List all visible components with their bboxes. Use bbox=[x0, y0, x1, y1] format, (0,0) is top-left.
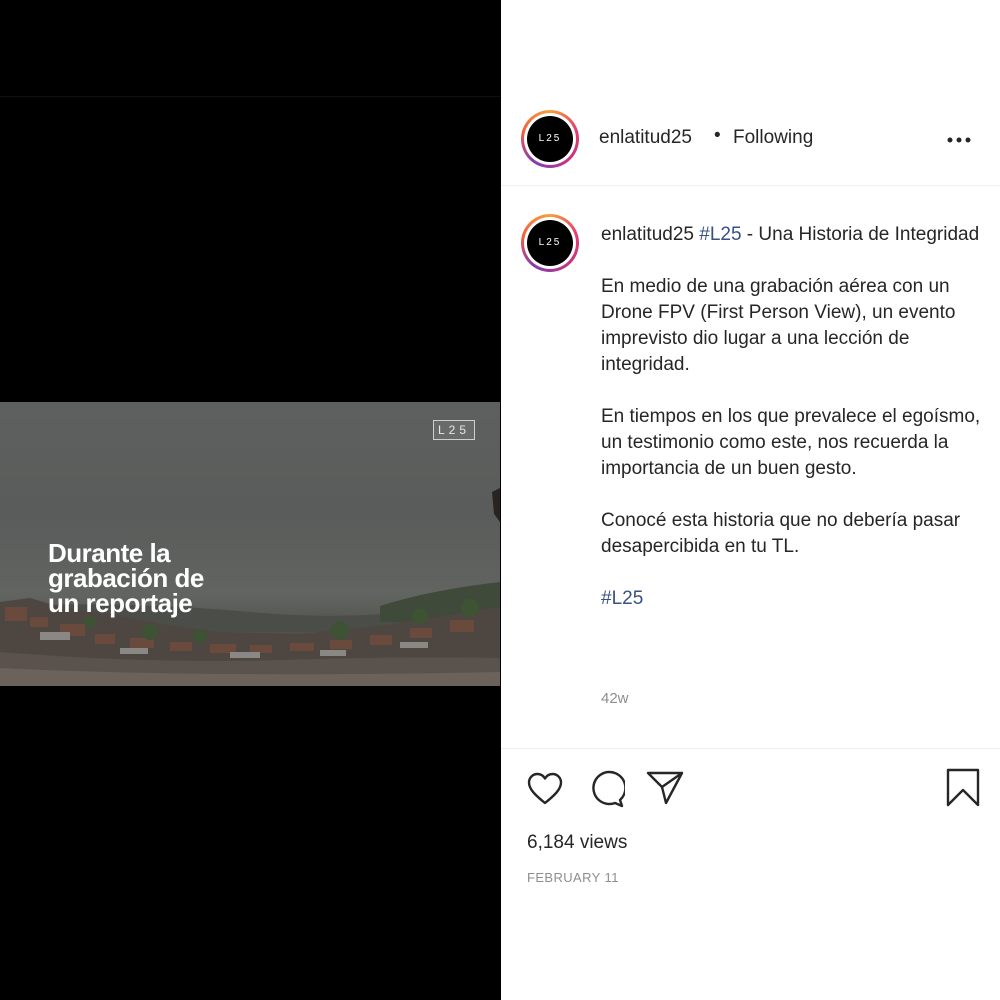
divider bbox=[501, 748, 1000, 749]
video-watermark: L25 bbox=[433, 420, 475, 440]
caption-timestamp[interactable]: 42w bbox=[601, 690, 629, 707]
media-pane: L25 Durante la grabación de un reportaje bbox=[0, 0, 500, 1000]
share-icon[interactable] bbox=[646, 770, 684, 806]
post-header: L25 enlatitud25 • Following bbox=[501, 97, 1000, 186]
more-icon[interactable] bbox=[947, 137, 971, 143]
caption-paragraph: En medio de una grabación aérea con un D… bbox=[601, 276, 956, 375]
avatar[interactable]: L25 bbox=[521, 110, 579, 168]
caption-paragraph: En tiempos en los que prevalece el egoís… bbox=[601, 406, 981, 479]
header-separator: • bbox=[714, 125, 721, 146]
caption-avatar[interactable]: L25 bbox=[521, 214, 579, 272]
following-button[interactable]: Following bbox=[733, 127, 813, 149]
post-date[interactable]: FEBRUARY 11 bbox=[527, 870, 619, 885]
header-username[interactable]: enlatitud25 bbox=[599, 127, 692, 149]
hashtag-link[interactable]: #L25 bbox=[699, 224, 741, 245]
heart-icon[interactable] bbox=[527, 772, 563, 806]
view-count[interactable]: 6,184 views bbox=[527, 832, 627, 854]
media-top-strip bbox=[0, 0, 500, 97]
hashtag-link[interactable]: #L25 bbox=[601, 588, 643, 609]
post-caption: enlatitud25 #L25 - Una Historia de Integ… bbox=[601, 222, 986, 638]
caption-paragraph: Conocé esta historia que no debería pasa… bbox=[601, 510, 961, 557]
comment-icon[interactable] bbox=[587, 770, 625, 808]
bookmark-icon[interactable] bbox=[946, 768, 980, 808]
overlay-line: un reportaje bbox=[48, 588, 193, 618]
caption-title-text: - Una Historia de Integridad bbox=[741, 224, 980, 245]
caption-username[interactable]: enlatitud25 bbox=[601, 224, 694, 245]
caption-title: enlatitud25 #L25 - Una Historia de Integ… bbox=[601, 222, 986, 248]
video-overlay-text: Durante la grabación de un reportaje bbox=[48, 540, 308, 618]
